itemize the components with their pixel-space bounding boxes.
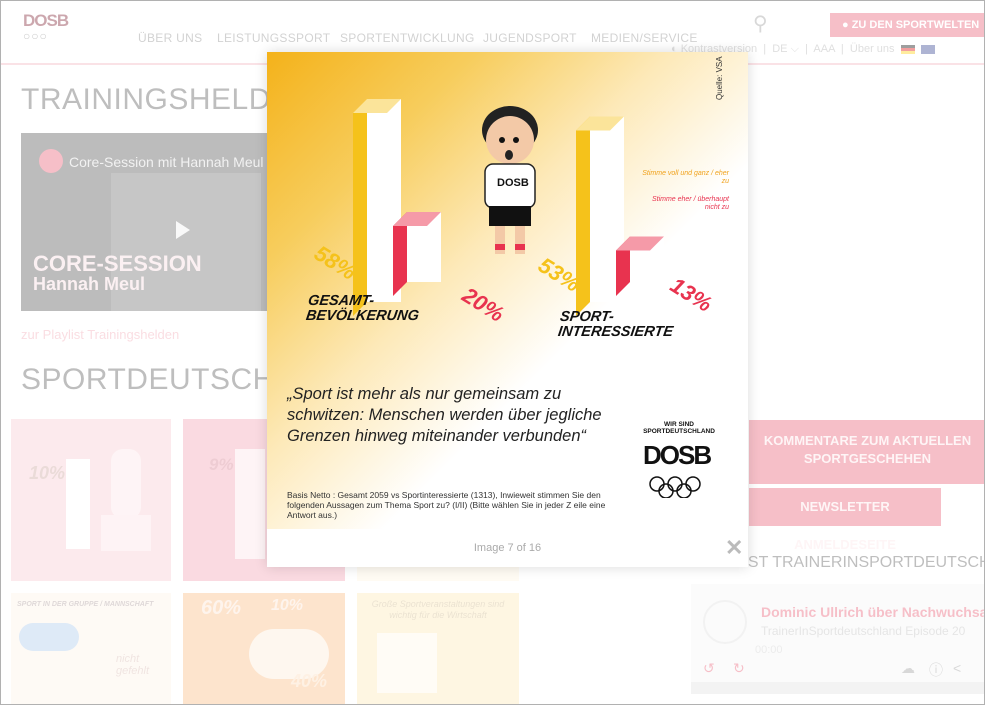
nav-item-ueber-uns[interactable]: ÜBER UNS [138,31,202,45]
share-icon[interactable]: < [953,660,961,676]
infographic-image: DOSB Quelle: VSA Stimme voll und ganz / … [267,52,748,529]
about-link[interactable]: Über uns [850,43,895,55]
playlist-link[interactable]: zur Playlist Trainingshelden [21,327,179,342]
character-sock-right [515,244,525,250]
play-icon[interactable] [176,221,190,239]
tile-pct-2: 10% [271,597,304,614]
group-label-sport: SPORT- INTERESSIERTE [556,309,676,340]
language-label: DE [772,43,788,55]
character-eye-left [499,137,505,143]
video-overlay-line2: Hannah Meul [33,274,146,294]
tile-bar [235,449,265,559]
episode-title[interactable]: Dominic Ullrich über Nachwuchsar... [761,604,984,620]
rewind-icon[interactable]: ↺ [703,660,715,677]
german-flag-icon[interactable] [900,44,915,54]
character-illustration: DOSB [482,106,538,254]
nav-item-sportentwicklung[interactable]: SPORTENTWICKLUNG [340,31,475,45]
tile-pct: 10% [29,463,66,483]
character-sock-left [495,244,505,250]
english-flag-icon[interactable] [920,44,935,54]
tile-pct: 9% [209,455,234,474]
bar-side-agree-1 [576,116,590,316]
bar-side-agree-0 [353,99,367,316]
brand-logo: DOSB [643,440,712,470]
sportwelten-button[interactable]: ● ZU DEN SPORTWELTEN [830,13,984,37]
olympic-rings-icon: ○○○ [23,29,48,43]
lightbox: DOSB Quelle: VSA Stimme voll und ganz / … [267,52,748,567]
search-icon[interactable]: ⚲ [753,11,768,36]
group-label-gesamt: GESAMT- BEVÖLKERUNG [304,293,422,324]
video-overlay-line1: CORE-SESSION [33,251,202,276]
download-icon[interactable]: ☁ [901,660,915,677]
video-overlay-text: CORE-SESSION Hannah Meul [33,253,202,295]
character-eye-right [513,137,519,143]
episode-subtitle: TrainerInSportdeutschland Episode 20 [761,624,966,638]
tile-podium [101,515,151,551]
basis-note: Basis Netto : Gesamt 2059 vs Sportintere… [287,490,606,520]
channel-avatar [39,149,63,173]
kommentare-button[interactable]: KOMMENTARE ZUM AKTUELLEN SPORTGESCHEHEN [749,420,984,484]
chevron-down-icon: ⌵ [790,43,799,55]
infographic-tile-7[interactable]: Große Sportveranstaltungen sind wichtig … [357,593,519,704]
olympic-rings-logo [649,476,701,498]
tile-header: SPORT IN DER GRUPPE / MANNSCHAFT [17,601,154,608]
character-shirt-text: DOSB [497,177,529,189]
group-label-sport-line1: SPORT- [559,309,615,325]
tile-character [111,449,141,519]
tile-bar [66,459,90,549]
font-size-toggle[interactable]: AAA [813,43,834,55]
source-label: Quelle: VSA [715,56,724,100]
dosb-logo[interactable]: DOSB ○○○ [23,11,71,51]
video-player[interactable]: Core-Session mit Hannah Meul CORE-SESSIO… [21,133,271,311]
character-mouth [505,150,513,160]
nav-item-jugendsport[interactable]: JUGENDSPORT [483,31,577,45]
legend-disagree: Stimme eher / überhaupt nicht zu [651,196,729,211]
infographic-tile-1[interactable]: 10% [11,419,171,581]
tile-pct-3: 40% [291,671,328,691]
image-counter: Image 7 of 16 [473,542,542,554]
infographic-tile-5[interactable]: SPORT IN DER GRUPPE / MANNSCHAFT nicht g… [11,593,171,704]
legend-agree: Stimme voll und ganz / eher zu [642,170,729,185]
close-icon[interactable]: ✕ [725,535,743,561]
sportwelten-label: ZU DEN SPORTWELTEN [851,19,980,31]
logo-text: DOSB [23,11,69,30]
group-label-gesamt-line1: GESAMT- [307,293,376,309]
play-button[interactable] [703,600,747,644]
infographic-tile-6[interactable]: 60% 10% 40% [183,593,345,704]
brand-tagline: WIR SIND SPORTDEUTSCHLAND [643,421,715,435]
podcast-player: Dominic Ullrich über Nachwuchsar... Trai… [691,584,984,694]
tile-header: Große Sportveranstaltungen sind wichtig … [371,599,505,620]
tile-label: nicht gefehlt [116,653,150,677]
vereinsliebe-badge [19,623,79,651]
character-shorts [489,206,531,226]
globe-icon: ● [842,19,852,31]
video-title[interactable]: Core-Session mit Hannah Meul [69,154,264,170]
progress-bar[interactable] [691,682,984,694]
newsletter-button[interactable]: NEWSLETTER ANMELDESEITE [749,488,941,552]
forward-icon[interactable]: ↻ [733,660,745,677]
group-label-sport-line2: INTERESSIERTE [556,324,675,340]
playback-time: 00:00 [755,644,783,656]
group-label-gesamt-line2: BEVÖLKERUNG [304,308,420,324]
language-select[interactable]: DE ⌵ [772,43,799,55]
nav-item-leistungssport[interactable]: LEISTUNGSSPORT [217,31,330,45]
info-icon[interactable]: ⓘ [929,660,943,680]
tile-box [377,633,437,693]
quote-text: „Sport ist mehr als nur gemeinsam zu sch… [287,385,602,445]
tile-pct-1: 60% [201,597,242,619]
